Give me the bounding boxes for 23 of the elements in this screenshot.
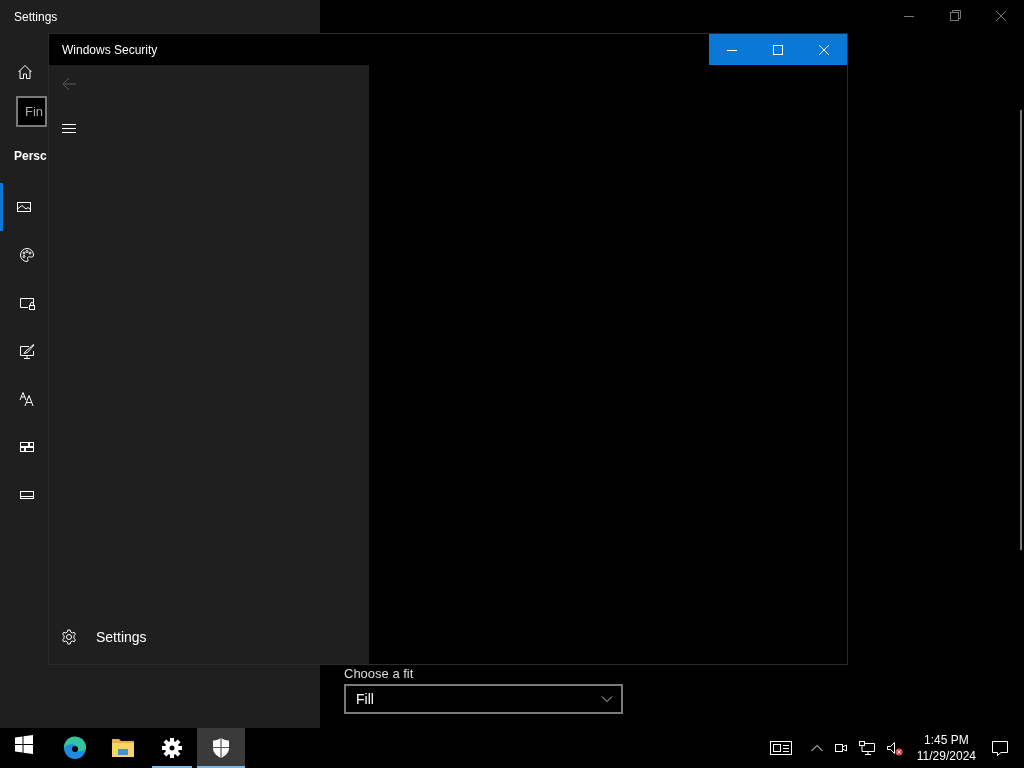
nav-item[interactable]: Settings: [96, 629, 147, 645]
palette-icon: [19, 247, 35, 263]
tiles-icon: [19, 439, 35, 455]
window-title: Settings: [13, 9, 58, 26]
fonts-icon: [19, 391, 35, 407]
search-field[interactable]: Fin: [16, 96, 47, 127]
taskbar-button[interactable]: [197, 728, 245, 768]
home-icon[interactable]: [17, 64, 33, 80]
settings-icon: [61, 629, 77, 645]
clock-time[interactable]: 1:45 PM: [924, 732, 969, 748]
section-heading: Persc: [14, 149, 47, 165]
network-icon[interactable]: [857, 738, 876, 758]
news-icon[interactable]: [768, 738, 793, 758]
notification-icon[interactable]: [990, 738, 1010, 758]
brush-monitor-icon: [19, 343, 35, 359]
field-label: Choose a fit: [344, 666, 414, 682]
fit-dropdown[interactable]: Fill: [344, 684, 623, 714]
clock-date[interactable]: 11/29/2024: [916, 748, 976, 764]
scrollbar[interactable]: [1020, 110, 1022, 550]
chevron-down-icon: [601, 695, 613, 703]
lock-screen-icon: [19, 295, 35, 311]
window-title: Windows Security: [61, 42, 158, 57]
picture-icon: [16, 199, 32, 215]
